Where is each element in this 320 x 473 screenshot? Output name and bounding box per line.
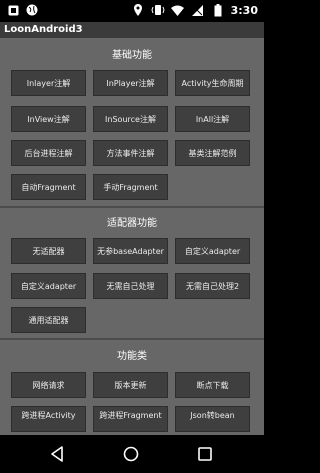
version-update-button[interactable]: 版本更新	[93, 372, 168, 398]
base-class-example-button[interactable]: 基类注解范例	[175, 140, 250, 166]
no-param-base-adapter-button[interactable]: 无参baseAdapter	[93, 238, 168, 264]
notification-box-icon	[6, 3, 20, 17]
custom-adapter-2-button[interactable]: 自定义adapter	[11, 273, 86, 299]
no-adapter-button[interactable]: 无适配器	[11, 238, 86, 264]
auto-fragment-button[interactable]: 自动Fragment	[11, 174, 86, 200]
insource-button[interactable]: InSource注解	[93, 106, 168, 132]
divider	[0, 338, 264, 340]
section-title-adapter: 适配器功能	[107, 218, 157, 229]
inplayer-button[interactable]: InPlayer注解	[93, 70, 168, 96]
wifi-icon	[171, 3, 185, 17]
vibrate-icon	[151, 3, 165, 17]
json-to-bean-button[interactable]: Json转bean	[175, 406, 250, 432]
recents-icon[interactable]	[195, 444, 215, 464]
section-title-function: 功能类	[117, 351, 147, 362]
no-self-handle-button[interactable]: 无需自己处理	[93, 273, 168, 299]
globe-icon	[25, 3, 39, 17]
no-self-handle-2-button[interactable]: 无需自己处理2	[175, 273, 250, 299]
status-bar: 3:30	[0, 0, 264, 22]
signal-icon	[191, 3, 205, 17]
section-title-basic: 基础功能	[112, 50, 152, 61]
generic-adapter-button[interactable]: 通用适配器	[11, 307, 86, 333]
status-time: 3:30	[230, 3, 258, 17]
battery-icon	[211, 3, 225, 17]
resume-download-button[interactable]: 断点下载	[175, 372, 250, 398]
home-icon[interactable]	[121, 444, 141, 464]
location-icon	[131, 3, 145, 17]
inall-button[interactable]: InAll注解	[175, 106, 250, 132]
cross-process-fragment-button[interactable]: 跨进程Fragment	[93, 406, 168, 432]
back-icon[interactable]	[47, 444, 67, 464]
background-process-button[interactable]: 后台进程注解	[11, 140, 86, 166]
inlayer-button[interactable]: Inlayer注解	[11, 70, 86, 96]
custom-adapter-button[interactable]: 自定义adapter	[175, 238, 250, 264]
network-request-button[interactable]: 网络请求	[11, 372, 86, 398]
divider	[0, 206, 264, 208]
cross-process-activity-button[interactable]: 跨进程Activity	[11, 406, 86, 432]
main-content[interactable]: 基础功能 Inlayer注解 InPlayer注解 Activity生命周期 I…	[0, 38, 264, 435]
app-title: LoonAndroid3	[0, 22, 264, 38]
activity-lifecycle-button[interactable]: Activity生命周期	[175, 70, 250, 96]
method-event-button[interactable]: 方法事件注解	[93, 140, 168, 166]
navigation-bar	[0, 435, 264, 473]
manual-fragment-button[interactable]: 手动Fragment	[93, 174, 168, 200]
inview-button[interactable]: InView注解	[11, 106, 86, 132]
